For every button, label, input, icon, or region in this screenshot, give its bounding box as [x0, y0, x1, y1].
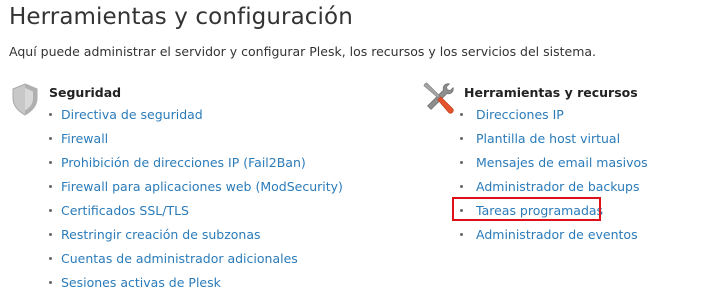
tools-link-list: Direcciones IP Plantilla de host virtual…: [452, 106, 648, 250]
firewall-link[interactable]: Firewall: [61, 131, 108, 146]
bullet: [460, 185, 463, 188]
bullet: [49, 257, 52, 260]
page-title: Herramientas y configuración: [9, 4, 353, 30]
bullet: [460, 113, 463, 116]
list-item: Sesiones activas de Plesk: [49, 274, 343, 293]
list-item: Mensajes de email masivos: [460, 154, 648, 178]
list-item: Certificados SSL/TLS: [49, 202, 343, 226]
bullet: [460, 233, 463, 236]
bullet: [460, 209, 463, 212]
bullet: [49, 161, 52, 164]
list-item: Plantilla de host virtual: [460, 130, 648, 154]
modsecurity-link[interactable]: Firewall para aplicaciones web (ModSecur…: [61, 179, 343, 194]
bullet: [49, 185, 52, 188]
list-item: Directiva de seguridad: [49, 106, 343, 130]
list-item: Direcciones IP: [460, 106, 648, 130]
additional-admin-accounts-link[interactable]: Cuentas de administrador adicionales: [61, 251, 298, 266]
backup-manager-link[interactable]: Administrador de backups: [476, 179, 640, 194]
tools-settings-page: Herramientas y configuración Aquí puede …: [0, 0, 708, 293]
list-item: Cuentas de administrador adicionales: [49, 250, 343, 274]
scheduled-tasks-link[interactable]: Tareas programadas: [476, 203, 603, 218]
security-policy-link[interactable]: Directiva de seguridad: [61, 107, 203, 122]
list-item: Prohibición de direcciones IP (Fail2Ban): [49, 154, 343, 178]
mass-email-link[interactable]: Mensajes de email masivos: [476, 155, 648, 170]
bullet: [49, 113, 52, 116]
security-section-title: Seguridad: [49, 85, 122, 100]
security-link-list: Directiva de seguridad Firewall Prohibic…: [49, 106, 343, 293]
bullet: [49, 281, 52, 284]
active-sessions-link[interactable]: Sesiones activas de Plesk: [61, 275, 221, 290]
bullet: [49, 233, 52, 236]
bullet: [460, 137, 463, 140]
restrict-subzones-link[interactable]: Restringir creación de subzonas: [61, 227, 261, 242]
list-item: Firewall: [49, 130, 343, 154]
page-description: Aquí puede administrar el servidor y con…: [9, 44, 597, 59]
wrench-screwdriver-icon: [423, 82, 454, 114]
virtual-host-template-link[interactable]: Plantilla de host virtual: [476, 131, 620, 146]
list-item: Restringir creación de subzonas: [49, 226, 343, 250]
list-item: Tareas programadas: [452, 197, 648, 226]
bullet: [49, 209, 52, 212]
list-item: Firewall para aplicaciones web (ModSecur…: [49, 178, 343, 202]
event-manager-link[interactable]: Administrador de eventos: [476, 227, 638, 242]
ip-addresses-link[interactable]: Direcciones IP: [476, 107, 564, 122]
bullet: [49, 137, 52, 140]
list-item: Administrador de backups: [460, 178, 648, 202]
tools-resources-section-title: Herramientas y recursos: [464, 85, 638, 100]
ssl-tls-certificates-link[interactable]: Certificados SSL/TLS: [61, 203, 189, 218]
list-item: Administrador de eventos: [460, 226, 648, 250]
bullet: [460, 161, 463, 164]
shield-icon: [12, 83, 38, 116]
fail2ban-link[interactable]: Prohibición de direcciones IP (Fail2Ban): [61, 155, 306, 170]
